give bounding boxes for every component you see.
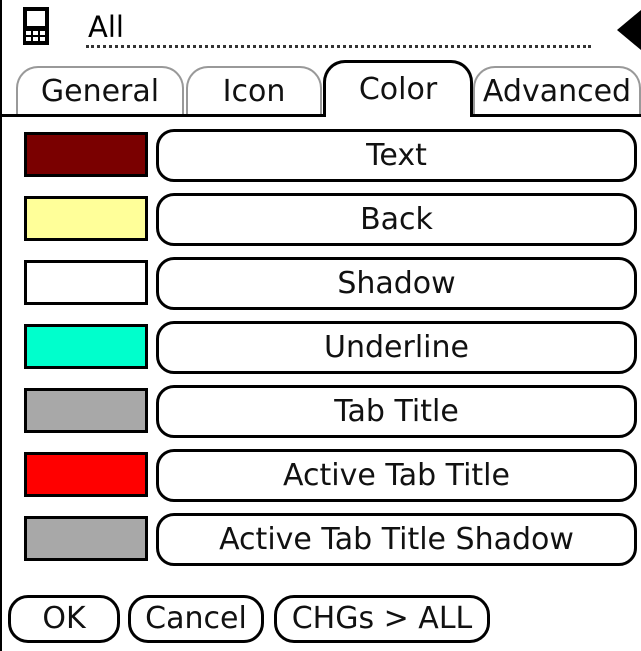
ok-button[interactable]: OK [8, 595, 120, 643]
color-row-text: Text [0, 127, 641, 183]
color-swatch[interactable] [24, 388, 148, 433]
category-selector[interactable]: All [86, 8, 591, 48]
color-row-tab-title: Tab Title [0, 383, 641, 439]
color-row-shadow: Shadow [0, 255, 641, 311]
handheld-device-icon [23, 7, 49, 45]
active-tab-title-shadow-color-button[interactable]: Active Tab Title Shadow [156, 513, 637, 566]
color-row-active-tab-title-shadow: Active Tab Title Shadow [0, 511, 641, 567]
back-color-button[interactable]: Back [156, 193, 637, 246]
color-swatch[interactable] [24, 132, 148, 177]
active-tab-gap [326, 114, 470, 118]
color-swatch[interactable] [24, 452, 148, 497]
color-row-back: Back [0, 191, 641, 247]
color-settings-screen: All General Icon Color Advanced Text Bac… [0, 0, 641, 651]
tab-icon[interactable]: Icon [186, 66, 322, 114]
tab-bar: General Icon Color Advanced [0, 58, 641, 116]
color-swatch[interactable] [24, 260, 148, 305]
tab-baseline [0, 114, 641, 117]
color-swatch[interactable] [24, 516, 148, 561]
tab-title-color-button[interactable]: Tab Title [156, 385, 637, 438]
active-tab-title-color-button[interactable]: Active Tab Title [156, 449, 637, 502]
underline-color-button[interactable]: Underline [156, 321, 637, 374]
color-row-active-tab-title: Active Tab Title [0, 447, 641, 503]
text-color-button[interactable]: Text [156, 129, 637, 182]
left-triangle-icon[interactable] [617, 10, 641, 50]
tab-color[interactable]: Color [323, 60, 473, 115]
apply-to-all-button[interactable]: CHGs > ALL [274, 595, 490, 643]
shadow-color-button[interactable]: Shadow [156, 257, 637, 310]
tab-general[interactable]: General [16, 66, 184, 114]
color-swatch[interactable] [24, 196, 148, 241]
cancel-button[interactable]: Cancel [128, 595, 264, 643]
button-bar: OK Cancel CHGs > ALL [0, 595, 641, 651]
header: All [0, 0, 641, 58]
color-swatch[interactable] [24, 324, 148, 369]
tab-advanced[interactable]: Advanced [473, 66, 641, 114]
color-row-underline: Underline [0, 319, 641, 375]
